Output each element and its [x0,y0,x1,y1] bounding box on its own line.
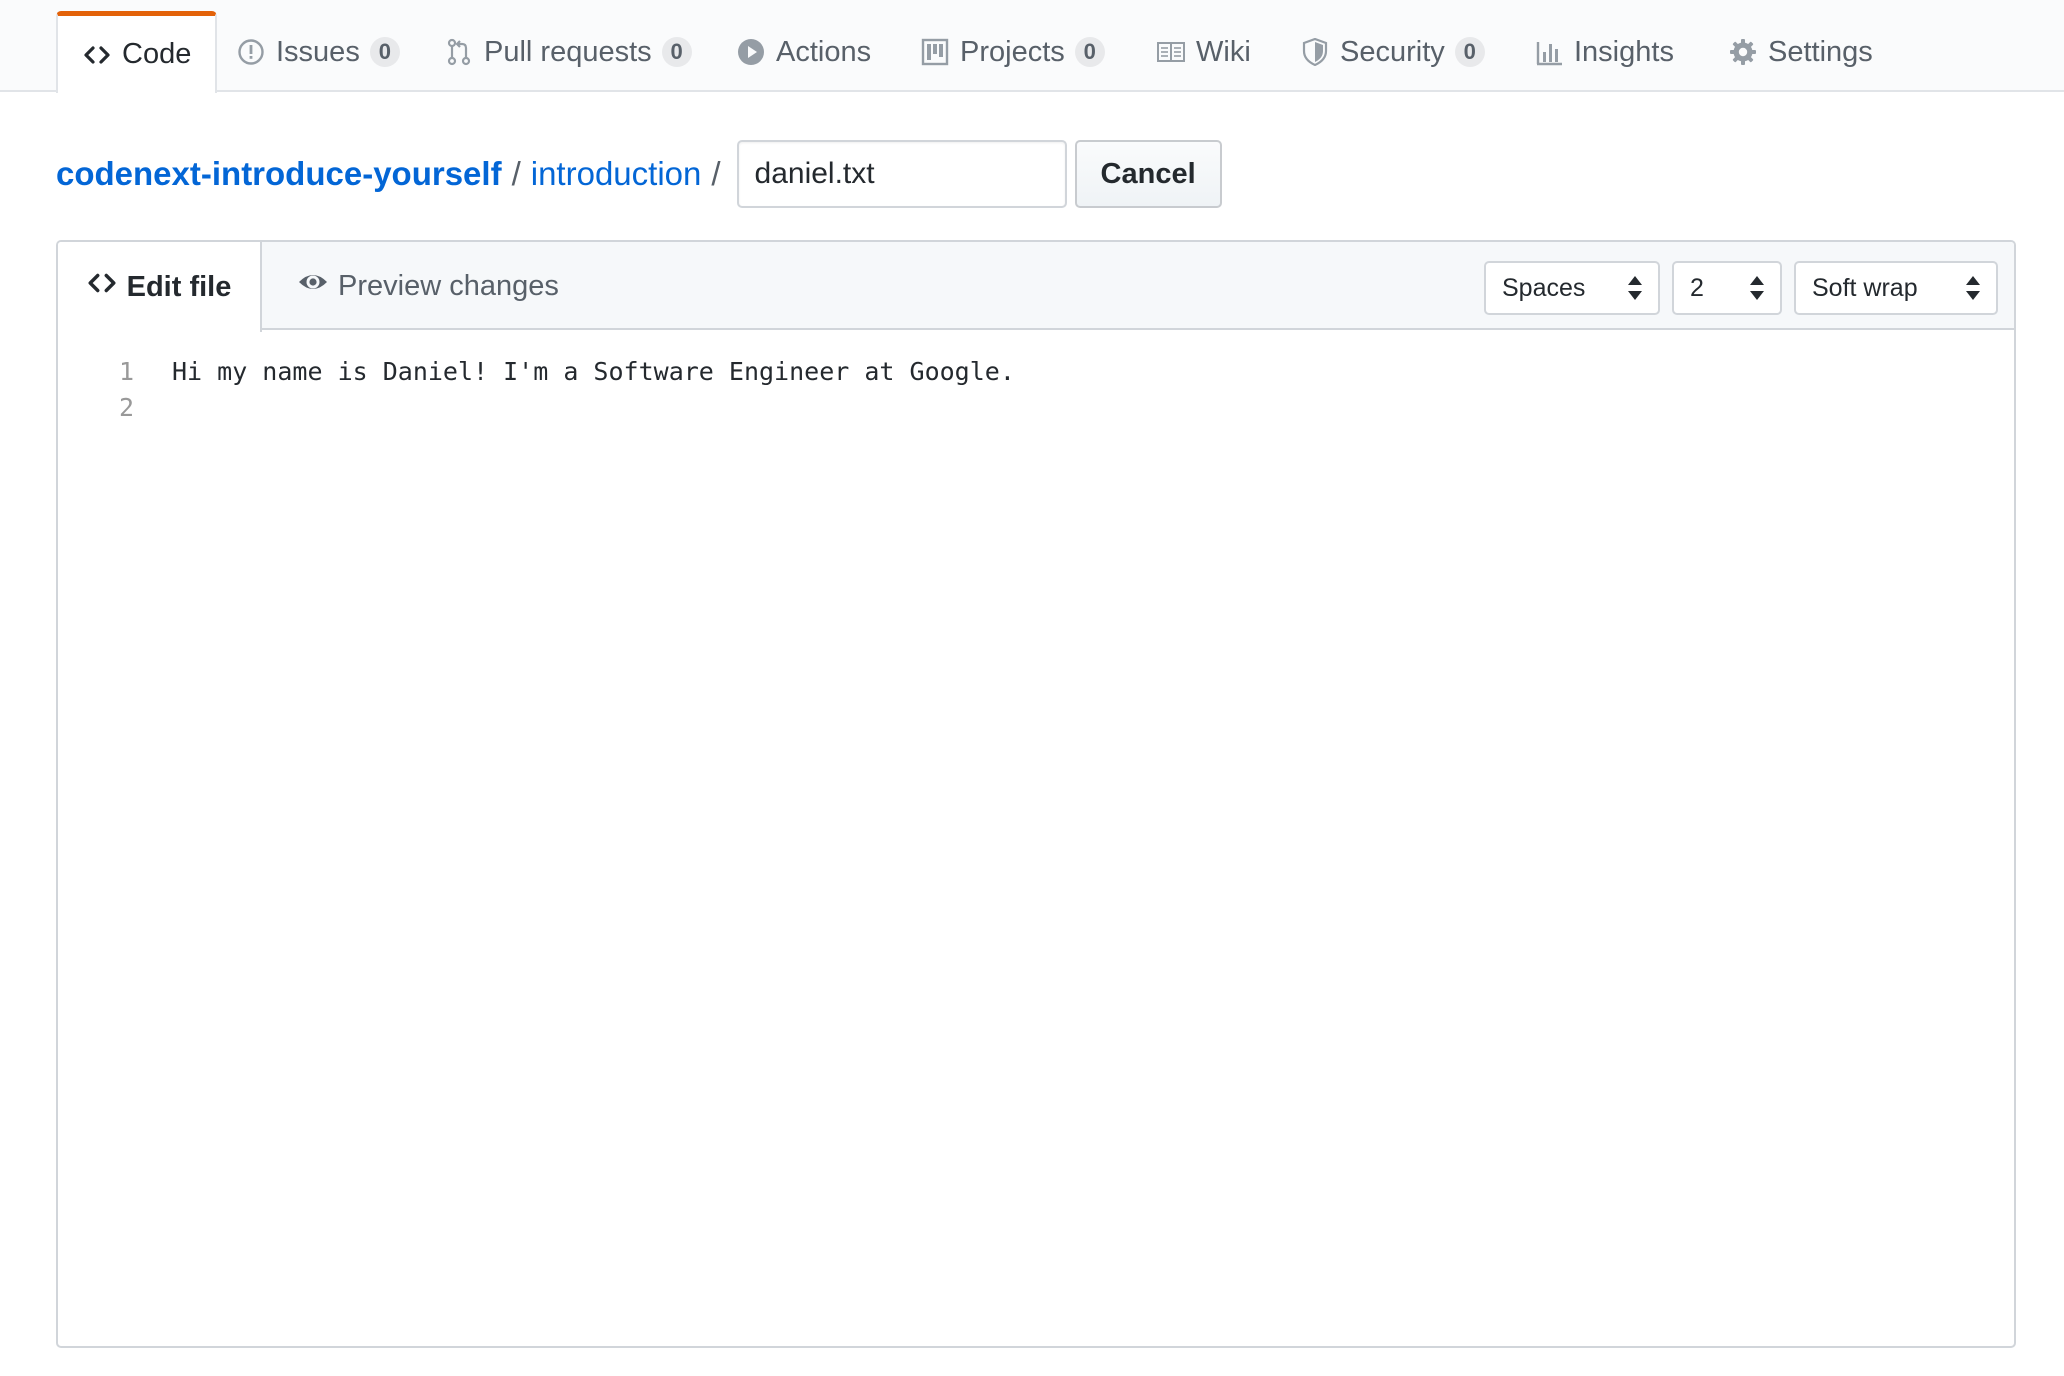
wrap-mode-select[interactable]: Soft wrap [1794,261,1998,315]
projects-counter: 0 [1074,37,1105,67]
tab-insights[interactable]: Insights [1534,12,1674,92]
book-icon [1156,37,1186,67]
editor-toolbar: Edit file Preview changes Spaces 2 Soft … [58,242,2014,332]
breadcrumb-separator: / [711,155,721,192]
code-icon [87,268,117,306]
play-icon [736,37,766,67]
graph-icon [1534,37,1564,67]
git-pull-request-icon [444,37,474,67]
indent-mode-select[interactable]: Spaces [1484,261,1660,315]
wrap-mode-value: Soft wrap [1812,273,1918,302]
tab-label: Wiki [1196,35,1251,68]
indent-size-select[interactable]: 2 [1672,261,1782,315]
indent-mode-value: Spaces [1502,273,1586,302]
repo-nav: Code Issues 0 Pull requests 0 Actions Pr… [0,0,2064,93]
tab-issues[interactable]: Issues 0 [236,12,400,92]
tab-pull-requests[interactable]: Pull requests 0 [444,12,692,92]
gear-icon [1728,37,1758,67]
indent-size-value: 2 [1690,273,1704,302]
issue-icon [236,37,266,67]
select-caret-icon [1628,276,1642,300]
cancel-button[interactable]: Cancel [1074,140,1222,208]
tab-preview-changes[interactable]: Preview changes [298,242,559,330]
code-line[interactable]: 1 Hi my name is Daniel! I'm a Software E… [58,354,2014,390]
breadcrumb-separator: / [511,155,521,192]
issues-counter: 0 [369,37,400,67]
tab-label: Insights [1574,35,1674,68]
pull-requests-counter: 0 [661,37,692,67]
tab-label: Security [1340,35,1445,68]
line-number: 2 [118,393,134,422]
tab-settings[interactable]: Settings [1728,12,1873,92]
tab-security[interactable]: Security 0 [1300,12,1485,92]
tab-edit-file[interactable]: Edit file [58,242,262,332]
security-counter: 0 [1454,37,1485,67]
tab-label: Settings [1768,35,1873,68]
file-editor: Edit file Preview changes Spaces 2 Soft … [56,240,2016,1348]
tab-actions[interactable]: Actions [736,12,871,92]
select-caret-icon [1966,276,1980,300]
tab-label: Pull requests [484,35,652,68]
project-icon [920,37,950,67]
code-icon [82,40,112,70]
tab-label: Issues [276,35,360,68]
line-text[interactable]: Hi my name is Daniel! I'm a Software Eng… [172,354,1015,390]
preview-changes-label: Preview changes [338,269,559,302]
breadcrumb-repo-link[interactable]: codenext-introduce-yourself [56,155,502,193]
tab-code[interactable]: Code [56,11,218,93]
breadcrumb-folder-link[interactable]: introduction [531,155,702,193]
tab-label: Actions [776,35,872,68]
edit-file-label: Edit file [126,270,232,303]
select-caret-icon [1750,276,1764,300]
tab-label: Projects [960,35,1065,68]
eye-icon [298,267,328,305]
tab-projects[interactable]: Projects 0 [920,12,1105,92]
shield-icon [1300,37,1330,67]
code-area[interactable]: 1 Hi my name is Daniel! I'm a Software E… [58,332,2014,426]
line-number: 1 [118,357,134,386]
tab-label: Code [122,38,192,70]
filename-input[interactable] [736,140,1067,208]
tab-wiki[interactable]: Wiki [1156,12,1251,92]
code-line[interactable]: 2 [58,390,2014,426]
breadcrumb: codenext-introduce-yourself / introducti… [56,140,1222,208]
